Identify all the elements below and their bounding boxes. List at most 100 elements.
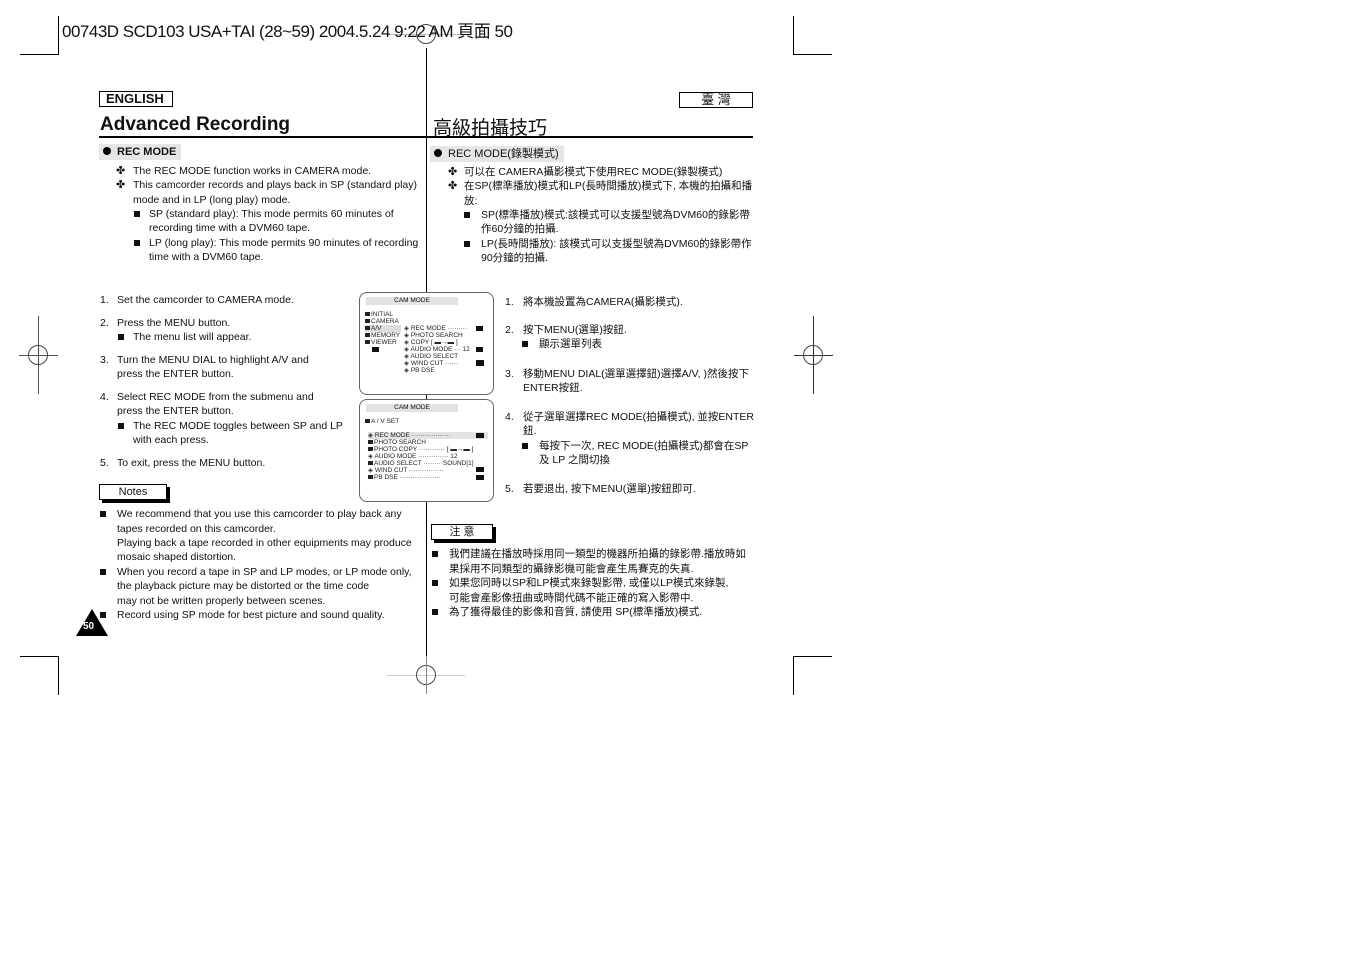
intro-line: SP(標準播放)模式:該模式可以支援型號為DVM60的錄影帶 <box>481 209 750 221</box>
language-tag-taiwan: 臺 灣 <box>679 92 753 108</box>
square-bullet-icon <box>100 511 106 517</box>
intro-line: 放: <box>464 195 478 207</box>
step-subtext: 每按下一次, REC MODE(拍攝模式)都會在SP <box>539 440 749 452</box>
step-number: 2. <box>100 317 109 329</box>
step-number: 1. <box>505 296 514 308</box>
setting-value-icon <box>476 433 484 438</box>
page-title-english: Advanced Recording <box>100 114 291 135</box>
page-title-chinese: 高級拍攝技巧 <box>433 118 548 139</box>
note-line: 如果您同時以SP和LP模式來錄製影帶, 或僅以LP模式來錄製, <box>449 577 729 589</box>
menu-item-viewer: VIEWER <box>365 339 397 346</box>
intro-line: This camcorder records and plays back in… <box>133 179 418 191</box>
setting-value-icon <box>476 467 484 472</box>
note-line: the playback picture may be distorted or… <box>117 580 370 592</box>
note-line: We recommend that you use this camcorder… <box>117 508 402 520</box>
cross-bullet-icon: ✤ <box>116 165 126 177</box>
note-line: Record using SP mode for best picture an… <box>117 609 385 621</box>
menu-screen-1: CAM MODE INITIAL CAMERA A/V MEMORY VIEWE… <box>359 292 494 395</box>
note-line: tapes recorded on this camcorder. <box>117 523 276 535</box>
note-line: 我們建議在播放時採用同一類型的機器所拍攝的錄影帶.播放時如 <box>449 548 746 560</box>
step-number: 5. <box>505 483 514 495</box>
intro-line: time with a DVM60 tape. <box>149 251 264 263</box>
square-bullet-icon <box>464 241 470 247</box>
intro-line: 在SP(標準播放)模式和LP(長時間播放)模式下, 本機的拍攝和播 <box>464 180 753 192</box>
intro-line: mode and in LP (long play) mode. <box>133 194 291 206</box>
screen-header: CAM MODE <box>366 297 458 305</box>
note-line: 果採用不同類型的攝錄影機可能會產生馬賽克的失真. <box>449 563 694 575</box>
setting-value-icon <box>476 475 484 480</box>
menu-screen-2: CAM MODE A / V SET ◈ REC MODE ··········… <box>359 399 494 502</box>
page-number: 50 <box>83 621 95 632</box>
square-bullet-icon <box>432 609 438 615</box>
step-subtext: 及 LP 之間切換 <box>539 454 610 466</box>
bullet-dot-icon <box>434 149 442 157</box>
intro-line: 90分鐘的拍攝. <box>481 252 549 264</box>
square-bullet-icon <box>134 211 140 217</box>
step-number: 5. <box>100 457 109 469</box>
step-number: 3. <box>100 354 109 366</box>
title-rule <box>99 136 753 138</box>
intro-line: 作60分鐘的拍攝. <box>481 223 559 235</box>
note-line: When you record a tape in SP and LP mode… <box>117 566 412 578</box>
step-text: Press the MENU button. <box>117 317 231 329</box>
crop-mark-bottom-left <box>20 656 59 695</box>
submenu-audio-mode: ◈ AUDIO MODE ··· 12 <box>404 346 470 353</box>
language-tag-english: ENGLISH <box>99 91 173 107</box>
menu-item-camera: CAMERA <box>365 318 399 325</box>
setting-photo-copy: PHOTO COPY ············ [ ▬→▬ ] <box>368 446 473 453</box>
notes-label-box-zh: 注 意 <box>431 524 493 540</box>
square-bullet-icon <box>432 580 438 586</box>
setting-audio-mode: ◈ AUDIO MODE ·············· 12 <box>368 453 458 460</box>
setting-audio-select: AUDIO SELECT ·········SOUND[1] <box>368 460 474 467</box>
step-text: 按下MENU(選單)按鈕. <box>523 324 627 336</box>
screen-header: CAM MODE <box>366 404 458 412</box>
intro-line: LP(長時間播放): 該模式可以支援型號為DVM60的錄影帶作 <box>481 238 752 250</box>
note-line: mosaic shaped distortion. <box>117 551 237 563</box>
intro-line: recording time with a DVM60 tape. <box>149 222 311 234</box>
intro-line: LP (long play): This mode permits 90 min… <box>149 237 419 249</box>
print-job-header: 00743D SCD103 USA+TAI (28~59) 2004.5.24 … <box>62 22 513 41</box>
setting-photo-search: PHOTO SEARCH <box>368 439 426 446</box>
registration-mark-right-circle <box>803 345 823 365</box>
square-bullet-icon <box>432 551 438 557</box>
submenu-audio-select: ◈ AUDIO SELECT <box>404 353 459 360</box>
step-text: Set the camcorder to CAMERA mode. <box>117 294 294 306</box>
intro-line: 可以在 CAMERA攝影模式下使用REC MODE(錄製模式) <box>464 166 723 178</box>
step-text: press the ENTER button. <box>117 368 234 380</box>
step-number: 2. <box>505 324 514 336</box>
step-number: 4. <box>505 411 514 423</box>
submenu-wind-cut: ◈ WIND CUT ······ <box>404 360 459 367</box>
step-number: 3. <box>505 368 514 380</box>
step-subtext: 顯示選單列表 <box>539 338 602 350</box>
menu-item-memory: MEMORY <box>365 332 400 339</box>
submenu-value-icon <box>476 326 483 331</box>
menu-item-initial: INITIAL <box>365 311 393 318</box>
step-subtext: with each press. <box>133 434 209 446</box>
cross-bullet-icon: ✤ <box>448 180 458 192</box>
registration-mark-left-circle <box>28 345 48 365</box>
crop-mark-top-right <box>793 16 832 55</box>
step-text: Select REC MODE from the submenu and <box>117 391 314 403</box>
section-heading-rec-mode: REC MODE <box>99 144 182 160</box>
step-number: 4. <box>100 391 109 403</box>
intro-line: SP (standard play): This mode permits 60… <box>149 208 394 220</box>
square-bullet-icon <box>522 443 528 449</box>
square-bullet-icon <box>118 423 124 429</box>
step-text: ENTER按鈕. <box>523 382 583 394</box>
setting-rec-mode: ◈ REC MODE ·················· <box>368 432 488 439</box>
submenu-copy: ◈ COPY [ ▬→▬ ] <box>404 339 458 346</box>
intro-line: The REC MODE function works in CAMERA mo… <box>133 165 372 177</box>
step-text: To exit, press the MENU button. <box>117 457 266 469</box>
step-number: 1. <box>100 294 109 306</box>
menu-item-av: A/V <box>365 325 401 332</box>
note-line: 為了獲得最佳的影像和音質, 請使用 SP(標準播放)模式. <box>449 606 703 618</box>
step-subtext: The menu list will appear. <box>133 331 252 343</box>
notes-label-box: Notes <box>99 484 167 500</box>
step-subtext: The REC MODE toggles between SP and LP <box>133 420 343 432</box>
square-bullet-icon <box>100 569 106 575</box>
crop-mark-bottom-right <box>793 656 832 695</box>
note-line: may not be written properly between scen… <box>117 595 326 607</box>
step-text: 將本機設置為CAMERA(攝影模式). <box>523 296 683 308</box>
submenu-pb-dse: ◈ PB DSE <box>404 367 435 374</box>
step-text: 從子選單選擇REC MODE(拍攝模式), 並按ENTER <box>523 411 754 423</box>
